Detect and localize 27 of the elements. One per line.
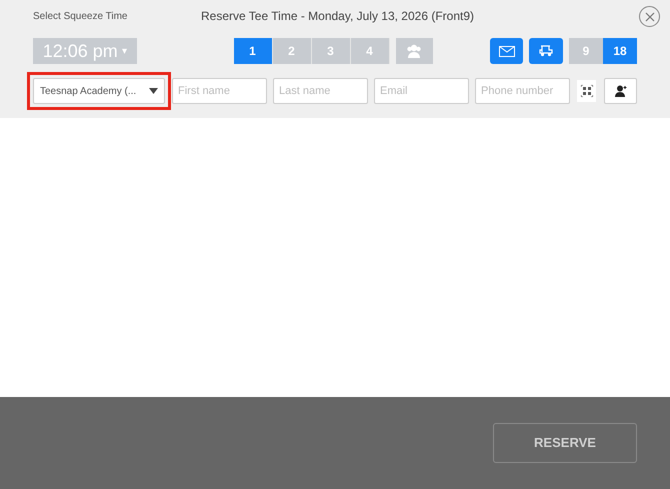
caret-icon (149, 88, 158, 94)
time-label: Select Squeeze Time (33, 10, 128, 24)
close-button[interactable] (639, 6, 660, 27)
player-count-tab[interactable]: 1 (234, 38, 272, 64)
course-select[interactable]: Teesnap Academy (... (33, 78, 165, 104)
player-count-tab[interactable]: 3 (312, 38, 350, 64)
qr-scan-button[interactable] (577, 80, 596, 102)
golf-cart-icon (538, 45, 554, 57)
input-field[interactable]: First name (172, 78, 267, 104)
envelope-icon (498, 46, 515, 56)
add-person-icon (614, 85, 628, 97)
input-field[interactable]: Phone number (475, 78, 570, 104)
holes-tab[interactable]: 9 (569, 38, 603, 64)
qr-code-icon (580, 85, 593, 97)
reserve-button[interactable]: RESERVE (493, 423, 637, 463)
people-icon (406, 44, 422, 58)
input-field[interactable]: Last name (273, 78, 368, 104)
cart-toggle[interactable] (529, 38, 563, 64)
close-icon (644, 12, 654, 22)
holes-tab[interactable]: 18 (603, 38, 637, 64)
input-field[interactable]: Email (374, 78, 469, 104)
email-toggle[interactable] (490, 38, 524, 64)
player-count-tab[interactable]: 4 (350, 38, 390, 64)
window-title: Reserve Tee Time - Monday, July 13, 2026 (Front9) (201, 8, 474, 25)
player-count-tab[interactable]: 2 (272, 38, 312, 64)
time-select[interactable]: 12:06 pm ▾ (33, 38, 136, 64)
add-player-button[interactable] (604, 78, 637, 104)
